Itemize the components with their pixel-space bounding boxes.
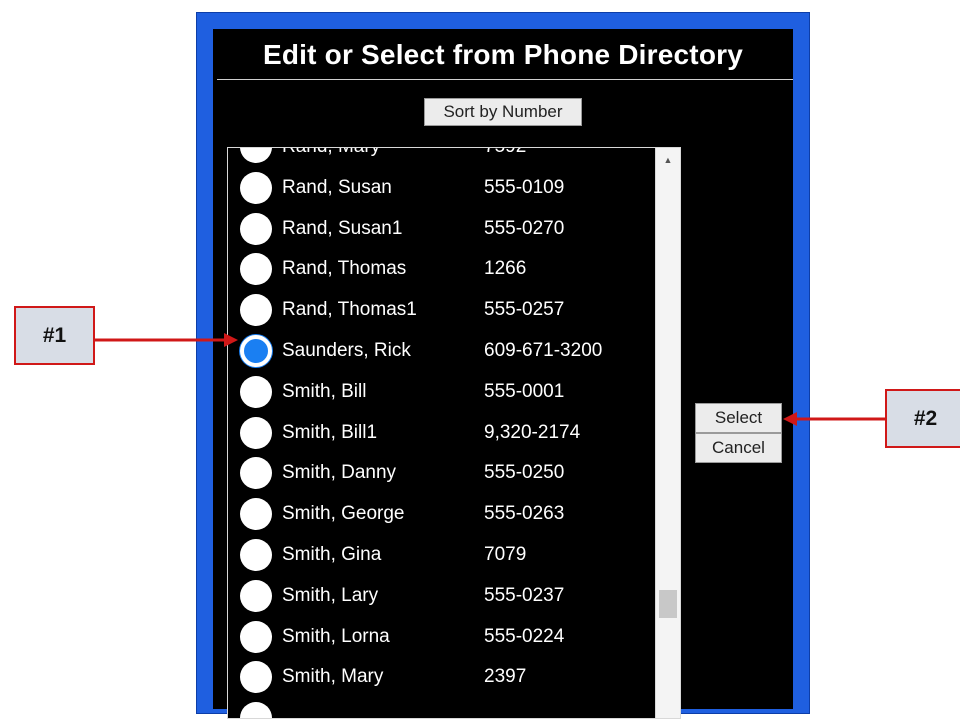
radio-icon[interactable] <box>240 334 272 367</box>
dialog-window: Edit or Select from Phone Directory Sort… <box>196 12 810 719</box>
entry-number: 1266 <box>484 258 527 280</box>
entry-name: Rand, Thomas1 <box>282 299 417 321</box>
entry-name: Smith, Lorna <box>282 625 390 647</box>
entry-name: Smith, Lary <box>282 584 379 606</box>
radio-icon[interactable] <box>240 538 272 571</box>
entry-name: Rand, Thomas <box>282 258 407 280</box>
title-divider <box>217 79 793 80</box>
directory-scrollbar[interactable]: ▲ <box>655 148 680 718</box>
callout-label-1: #1 <box>14 306 95 365</box>
radio-icon[interactable] <box>240 661 272 694</box>
dialog-body: Edit or Select from Phone Directory Sort… <box>213 29 793 719</box>
radio-icon[interactable] <box>240 212 272 245</box>
cancel-button[interactable]: Cancel <box>695 433 782 463</box>
entry-number: 555-0250 <box>484 462 565 484</box>
entry-name: Smith, Mary <box>282 666 384 688</box>
radio-icon[interactable] <box>240 253 272 286</box>
directory-entry[interactable]: Smith, Gina 7079 <box>228 535 652 576</box>
entry-number: 555-0257 <box>484 299 565 321</box>
dialog-title: Edit or Select from Phone Directory <box>263 39 743 70</box>
select-button[interactable]: Select <box>695 403 782 433</box>
radio-icon[interactable] <box>240 457 272 490</box>
entry-name: Smith, Gina <box>282 543 382 565</box>
directory-entry[interactable]: Rand, Susan 555-0109 <box>228 168 652 209</box>
entry-number: 555-0001 <box>484 380 565 402</box>
radio-icon[interactable] <box>240 375 272 408</box>
entry-number: 555-0270 <box>484 217 565 239</box>
entry-name: Smith, Bill1 <box>282 421 378 443</box>
entry-number: 7592 <box>484 148 526 158</box>
directory-entry[interactable]: Saunders, Rick 609-671-3200 <box>228 331 652 372</box>
scroll-thumb[interactable] <box>659 590 677 618</box>
directory-entry[interactable]: Smith, Mary 2397 <box>228 657 652 698</box>
directory-entry[interactable]: Rand, Thomas 1266 <box>228 249 652 290</box>
directory-entry[interactable]: Smith, Bill 555-0001 <box>228 372 652 413</box>
entry-number: 609-671-3200 <box>484 339 603 361</box>
directory-list-rows: Rand, Mary7592Rand, Susan555-0109Rand, S… <box>228 148 652 718</box>
entry-name: Smith, George <box>282 503 405 525</box>
directory-entry[interactable]: Smith, George 555-0263 <box>228 494 652 535</box>
entry-name: Rand, Mary <box>282 148 380 158</box>
entry-number: 555-0237 <box>484 584 565 606</box>
radio-icon[interactable] <box>240 579 272 612</box>
directory-entry[interactable]: Rand, Susan1 555-0270 <box>228 209 652 250</box>
entry-name: Rand, Susan1 <box>282 217 403 239</box>
radio-icon[interactable] <box>240 702 272 718</box>
directory-entry[interactable]: Smith, Lary 555-0237 <box>228 576 652 617</box>
entry-number: 2397 <box>484 666 527 688</box>
entry-name: Saunders, Rick <box>282 339 411 361</box>
directory-list[interactable]: Rand, Mary7592Rand, Susan555-0109Rand, S… <box>227 147 681 719</box>
radio-icon[interactable] <box>240 620 272 653</box>
directory-entry[interactable] <box>228 698 652 718</box>
callout-label-2: #2 <box>885 389 960 448</box>
directory-entry[interactable]: Rand, Thomas1 555-0257 <box>228 290 652 331</box>
directory-entry[interactable]: Smith, Danny 555-0250 <box>228 453 652 494</box>
entry-name: Smith, Danny <box>282 462 397 484</box>
entry-number: 555-0224 <box>484 625 565 647</box>
entry-number: 9,320-2174 <box>484 421 581 443</box>
entry-name: Smith, Bill <box>282 380 367 402</box>
directory-entry[interactable]: Smith, Lorna 555-0224 <box>228 617 652 658</box>
entry-number: 555-0109 <box>484 176 565 198</box>
directory-entry[interactable]: Smith, Bill1 9,320-2174 <box>228 413 652 454</box>
entry-name: Rand, Susan <box>282 176 392 198</box>
radio-icon[interactable] <box>240 171 272 204</box>
radio-icon[interactable] <box>240 148 272 163</box>
sort-by-number-button[interactable]: Sort by Number <box>424 98 582 126</box>
radio-icon[interactable] <box>240 294 272 327</box>
entry-number: 7079 <box>484 543 527 565</box>
up-arrow-icon[interactable]: ▲ <box>656 152 680 168</box>
directory-entry[interactable]: Rand, Mary 7592 <box>228 148 652 168</box>
entry-number: 555-0263 <box>484 503 565 525</box>
radio-icon[interactable] <box>240 498 272 531</box>
radio-icon[interactable] <box>240 416 272 449</box>
